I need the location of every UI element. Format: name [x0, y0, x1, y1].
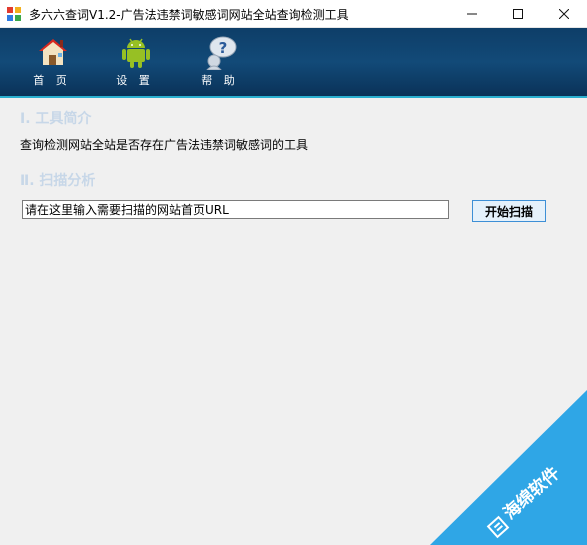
scan-heading: Ⅱ. 扫描分析 — [20, 173, 96, 189]
toolbar-help-label: 帮 助 — [201, 74, 239, 87]
toolbar-settings-label: 设 置 — [116, 74, 154, 87]
intro-heading: Ⅰ. 工具简介 — [20, 111, 92, 127]
maximize-icon — [513, 8, 523, 19]
window-title: 多六六查词V1.2-广告法违禁词敏感词网站全站查询检测工具 — [29, 8, 349, 22]
minimize-button[interactable] — [449, 0, 495, 27]
minimize-icon — [467, 13, 477, 14]
app-icon — [7, 7, 21, 21]
intro-text: 查询检测网站全站是否存在广告法违禁词敏感词的工具 — [20, 138, 309, 152]
main-toolbar: 首 页 设 置 ? 帮 助 — [0, 28, 587, 98]
android-icon — [122, 38, 150, 68]
house-icon — [39, 39, 67, 65]
watermark-logo-icon — [486, 515, 510, 539]
help-question-icon: ? — [206, 36, 237, 70]
title-bar: 多六六查词V1.2-广告法违禁词敏感词网站全站查询检测工具 — [0, 0, 587, 28]
watermark-text: 海绵软件 — [499, 463, 564, 524]
close-icon — [559, 8, 569, 19]
close-button[interactable] — [541, 0, 587, 27]
toolbar-home-label: 首 页 — [33, 74, 71, 87]
maximize-button[interactable] — [495, 0, 541, 27]
url-input[interactable] — [22, 200, 449, 219]
svg-text:?: ? — [219, 39, 228, 57]
toolbar-settings-button[interactable]: 设 置 — [105, 28, 165, 94]
start-scan-button[interactable]: 开始扫描 — [472, 200, 546, 222]
toolbar-help-button[interactable]: ? 帮 助 — [190, 28, 250, 94]
toolbar-home-button[interactable]: 首 页 — [22, 28, 82, 94]
